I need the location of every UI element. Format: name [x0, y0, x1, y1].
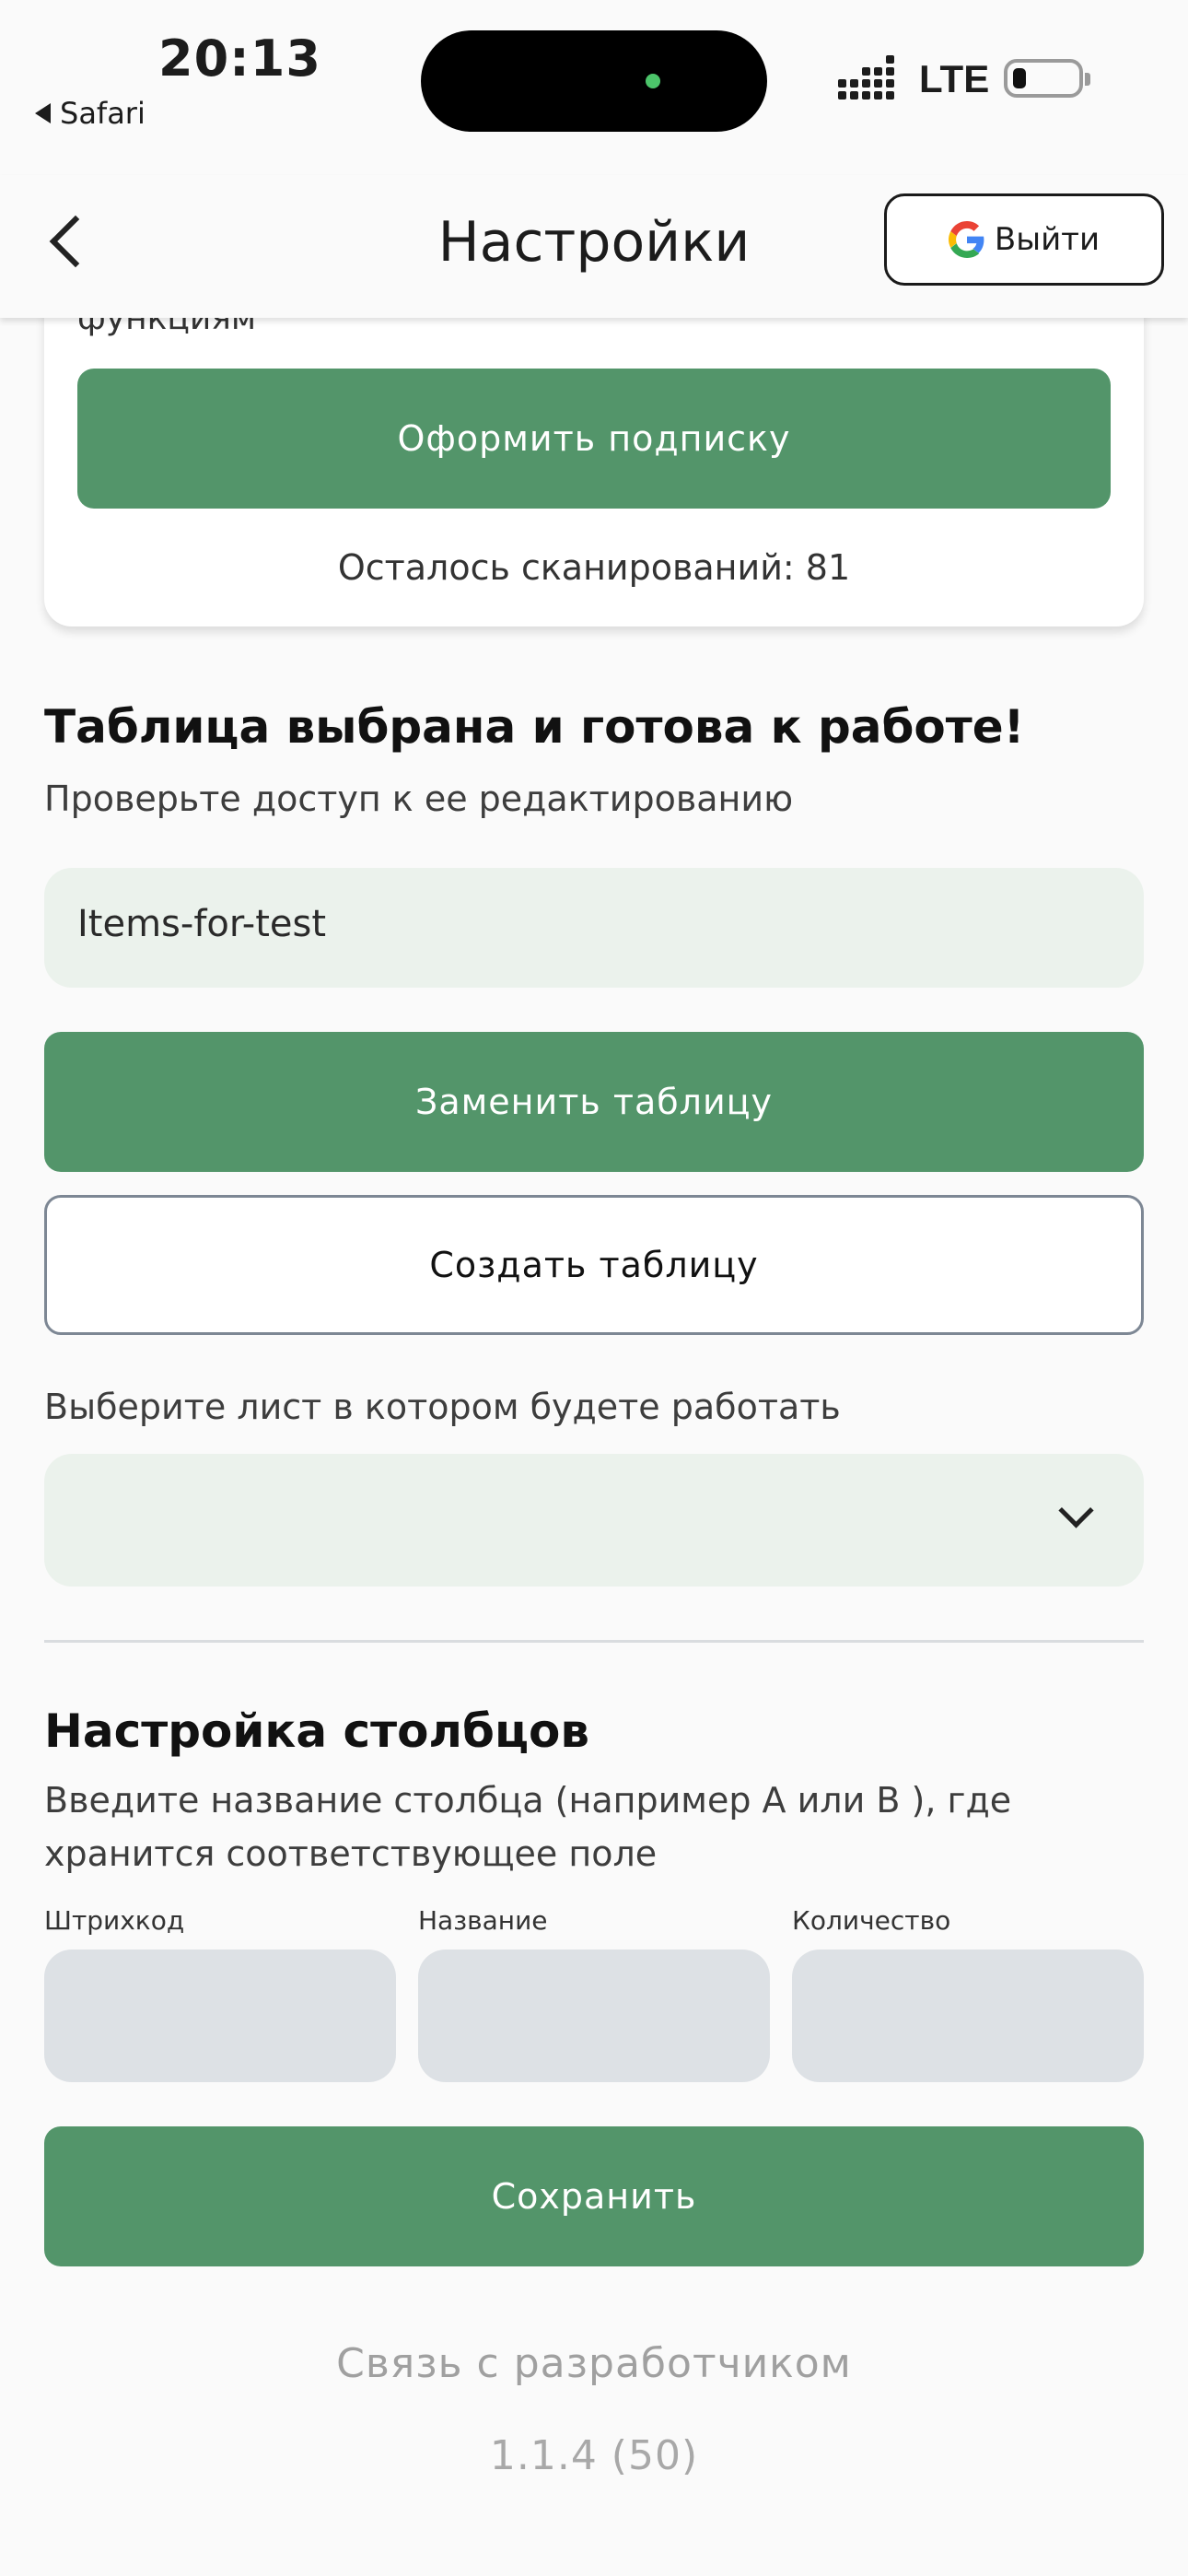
back-triangle-icon	[35, 103, 51, 123]
status-time: 20:13	[158, 29, 321, 88]
table-name-field[interactable]: Items-for-test	[44, 868, 1144, 988]
back-to-safari[interactable]: Safari	[35, 96, 146, 131]
app-version: 1.1.4 (50)	[489, 2432, 699, 2479]
barcode-column-input[interactable]	[44, 1950, 396, 2082]
name-column-input[interactable]	[418, 1950, 770, 2082]
logout-button[interactable]: Выйти	[884, 193, 1164, 286]
replace-table-button[interactable]: Заменить таблицу	[44, 1032, 1144, 1172]
divider	[44, 1640, 1144, 1643]
save-button[interactable]: Сохранить	[44, 2126, 1144, 2266]
subscribe-button[interactable]: Оформить подписку	[77, 369, 1111, 509]
table-ready-subtitle: Проверьте доступ к ее редактированию	[44, 779, 794, 819]
sheet-prompt: Выберите лист в котором будете работать	[44, 1387, 841, 1427]
barcode-label: Штрихкод	[44, 1905, 185, 1936]
back-app-label: Safari	[60, 96, 146, 131]
scans-left: Осталось сканирований: 81	[337, 547, 851, 588]
sheet-dropdown[interactable]	[44, 1454, 1144, 1587]
name-label: Название	[418, 1905, 548, 1936]
network-type: LTE	[919, 57, 990, 100]
columns-description-line1: Введите название столбца (например A или…	[44, 1780, 1012, 1821]
signal-icon	[838, 55, 894, 100]
create-table-button[interactable]: Создать таблицу	[44, 1195, 1144, 1335]
chevron-down-icon	[1058, 1493, 1094, 1528]
dynamic-island	[421, 30, 767, 132]
nav-header: Настройки Выйти	[0, 175, 1188, 318]
camera-indicator-icon	[646, 74, 660, 88]
table-name-value: Items-for-test	[77, 903, 327, 945]
quantity-column-input[interactable]	[792, 1950, 1144, 2082]
contact-developer-link[interactable]: Связь с разработчиком	[0, 2340, 1188, 2387]
table-ready-heading: Таблица выбрана и готова к работе!	[44, 700, 1025, 754]
quantity-label: Количество	[792, 1905, 951, 1936]
columns-description-line2: хранится соответствующее поле	[44, 1833, 658, 1874]
columns-heading: Настройка столбцов	[44, 1704, 590, 1758]
battery-icon	[1004, 59, 1090, 98]
logout-label: Выйти	[994, 221, 1101, 258]
google-g-icon	[948, 221, 984, 258]
